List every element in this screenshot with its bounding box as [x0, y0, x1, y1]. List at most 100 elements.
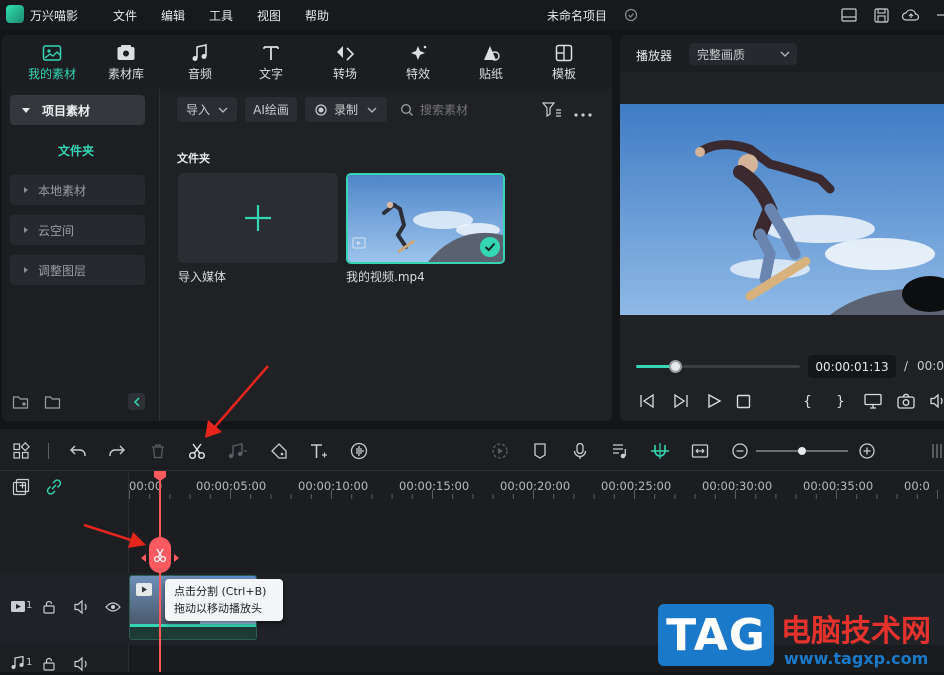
split-tooltip: 点击分割 (Ctrl+B) 拖动以移动播放头: [165, 579, 283, 621]
add-text-icon[interactable]: [309, 441, 329, 461]
microphone-icon[interactable]: [570, 441, 590, 461]
track-volume-icon[interactable]: [74, 599, 90, 618]
tab-stickers-label: 贴纸: [478, 67, 503, 81]
video-thumbnail[interactable]: [346, 173, 505, 264]
render-preview-icon[interactable]: [490, 441, 510, 461]
tab-text[interactable]: 文字: [234, 42, 308, 84]
tag-icon[interactable]: [269, 441, 289, 461]
layout-grid-icon[interactable]: [11, 441, 31, 461]
tab-text-label: 文字: [258, 67, 283, 81]
import-dropdown[interactable]: 导入: [177, 97, 237, 122]
sidebar-project-media[interactable]: 项目素材: [10, 95, 145, 125]
add-track-icon[interactable]: [12, 478, 30, 499]
tooltip-line2: 拖动以移动播放头: [174, 602, 262, 615]
search-input[interactable]: [420, 100, 530, 120]
tab-my-media[interactable]: 我的素材: [15, 42, 89, 84]
save-status-icon: [622, 6, 640, 24]
tab-transition[interactable]: 转场: [308, 42, 382, 84]
collapse-sidebar-button[interactable]: [128, 393, 145, 410]
total-time: 00:00: [917, 359, 944, 373]
audio-track-icon: [10, 655, 26, 673]
mark-in-icon[interactable]: {: [801, 392, 813, 413]
display-icon[interactable]: [864, 393, 882, 412]
selected-check-icon: [480, 237, 500, 257]
menu-view[interactable]: 视图: [257, 7, 281, 24]
quality-label: 完整画质: [697, 47, 746, 62]
mark-out-icon[interactable]: }: [834, 392, 846, 413]
layout-icon[interactable]: [840, 6, 858, 24]
svg-text:}: }: [836, 394, 845, 410]
video-track-number: 1: [26, 600, 33, 611]
arrow-right-small-icon: [173, 551, 179, 565]
delete-icon[interactable]: [148, 441, 168, 461]
watermark-site-name: 电脑技术网: [781, 614, 931, 649]
audio-detach-icon[interactable]: [227, 441, 247, 461]
track-volume-icon[interactable]: [74, 656, 90, 675]
more-options-icon[interactable]: [574, 107, 592, 117]
import-media-tile[interactable]: [178, 173, 338, 263]
chevron-down-icon: [367, 107, 377, 113]
scissors-split-icon[interactable]: [187, 441, 207, 461]
more-window-icon[interactable]: [932, 6, 944, 24]
timeline-options-icon[interactable]: [930, 440, 944, 462]
audio-wave-icon[interactable]: [349, 441, 369, 461]
audio-track-number: 1: [26, 657, 33, 668]
split-handle[interactable]: [149, 537, 171, 573]
tab-audio[interactable]: 音频: [163, 42, 237, 84]
filter-icon[interactable]: [541, 101, 562, 119]
tab-templates-label: 模板: [551, 67, 576, 81]
zoom-in-icon[interactable]: [857, 441, 877, 461]
playhead-top-handle[interactable]: [153, 470, 167, 482]
sidebar-item-cloud[interactable]: 云空间: [10, 215, 145, 245]
ruler-label: 00:0: [904, 479, 930, 493]
lock-icon[interactable]: [42, 600, 56, 617]
cloud-upload-icon[interactable]: [902, 6, 920, 24]
menu-edit[interactable]: 编辑: [161, 7, 185, 24]
volume-icon[interactable]: [930, 393, 944, 412]
player-tab[interactable]: 播放器: [636, 47, 672, 64]
next-frame-icon[interactable]: [673, 393, 689, 412]
ruler-label: 00:00:30:00: [702, 479, 773, 493]
audio-list-icon[interactable]: [610, 441, 630, 461]
tab-stickers[interactable]: 贴纸: [454, 42, 528, 84]
menu-file[interactable]: 文件: [113, 7, 137, 24]
snapshot-camera-icon[interactable]: [897, 393, 915, 412]
fit-width-icon[interactable]: [690, 441, 710, 461]
sidebar-item-local[interactable]: 本地素材: [10, 175, 145, 205]
marker-shield-icon[interactable]: [530, 441, 550, 461]
tab-library[interactable]: 素材库: [89, 42, 163, 84]
save-icon[interactable]: [872, 6, 890, 24]
prev-frame-icon[interactable]: [639, 393, 655, 412]
sidebar-item-label: 云空间: [38, 223, 75, 238]
ruler-label: 00:00:20:00: [500, 479, 571, 493]
stop-icon[interactable]: [736, 394, 751, 412]
tab-effects[interactable]: 特效: [381, 42, 455, 84]
expand-caret-icon: [24, 227, 28, 233]
sidebar-folder[interactable]: 文件夹: [58, 142, 94, 159]
sidebar-item-adjust[interactable]: 调整图层: [10, 255, 145, 285]
redo-icon[interactable]: [107, 441, 127, 461]
player-progress-track[interactable]: [636, 365, 800, 368]
zoom-slider-handle[interactable]: [798, 447, 806, 455]
menu-tools[interactable]: 工具: [209, 7, 233, 24]
undo-icon[interactable]: [68, 441, 88, 461]
sidebar-header-label: 项目素材: [42, 103, 91, 118]
expand-caret-icon: [24, 187, 28, 193]
watermark-logo-text: TAG: [666, 609, 766, 661]
menu-help[interactable]: 帮助: [305, 7, 329, 24]
lock-icon[interactable]: [42, 657, 56, 674]
quality-dropdown[interactable]: 完整画质: [689, 43, 797, 65]
image-folder-icon: [42, 42, 62, 64]
new-folder-icon[interactable]: [12, 394, 30, 410]
link-icon[interactable]: [45, 478, 63, 499]
video-type-icon: [352, 237, 366, 249]
record-dropdown[interactable]: 录制: [305, 97, 387, 122]
play-icon[interactable]: [706, 393, 722, 412]
magnet-snap-icon[interactable]: [650, 441, 670, 461]
eye-icon[interactable]: [105, 601, 121, 616]
preview-frame-image: [620, 104, 944, 315]
tab-templates[interactable]: 模板: [527, 42, 601, 84]
ai-paint-button[interactable]: AI绘画: [245, 97, 297, 122]
folder-icon[interactable]: [44, 394, 62, 410]
zoom-out-icon[interactable]: [730, 441, 750, 461]
